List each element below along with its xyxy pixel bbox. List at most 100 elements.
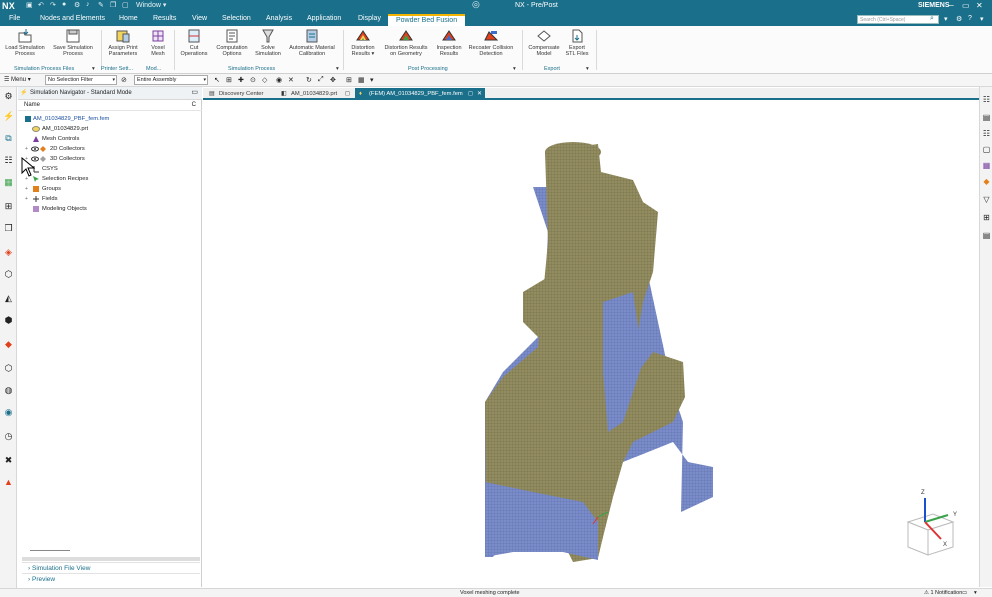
pin-icon[interactable]: ◻ [345,88,350,100]
menu-nodes-elements[interactable]: Nodes and Elements [40,15,105,22]
mic-icon[interactable]: ♪ [86,1,90,8]
roles-icon[interactable]: ◆ [3,339,14,350]
tree-node-fields[interactable]: + Fields [18,194,202,204]
menu-view[interactable]: View [192,15,207,22]
compensate-model-button[interactable]: Compensate Model [526,28,562,57]
recoater-collision-detection-button[interactable]: Recoater Collision Detection [466,28,516,57]
palette-icon[interactable]: ⬡ [3,269,14,280]
snap-end-icon[interactable]: ⊙ [250,76,256,84]
voxel-mesh-model[interactable] [485,142,713,562]
view-orient-icon[interactable]: ↻ [306,76,312,84]
macro-icon[interactable]: ⚙ [74,1,80,9]
menu-application[interactable]: Application [307,15,341,22]
process-studio-icon[interactable]: ⬢ [3,315,14,326]
assembly-navigator-icon[interactable]: ▦ [3,177,14,188]
panel-simulation-file-view[interactable]: › Simulation File View [22,562,200,573]
automatic-material-calibration-button[interactable]: Automatic Material Calibration [285,28,339,57]
menu-display[interactable]: Display [358,15,381,22]
view-triad[interactable]: Z Y X [906,490,957,556]
table-icon[interactable]: ▤ [982,113,991,122]
status-options-icon[interactable]: ▭ [962,589,967,597]
grid-icon[interactable]: ⊞ [346,76,352,84]
status-more-icon[interactable]: ▾ [974,589,977,597]
reuse-library-icon[interactable]: ⊞ [3,201,14,212]
view-pan-icon[interactable]: ✥ [330,76,336,84]
menu-results[interactable]: Results [153,15,176,22]
group-dropdown-arrow[interactable]: ▾ [336,66,339,72]
tools-icon[interactable]: ✖ [3,455,14,466]
tree-node-3d-collectors[interactable]: + 3D Collectors [18,154,202,164]
close-icon[interactable]: ✕ [976,1,983,10]
help-icon[interactable]: ? [968,15,972,22]
load-simulation-process-button[interactable]: Load Simulation Process [4,28,46,57]
clock-icon[interactable]: ◷ [3,431,14,442]
filter-reset-icon[interactable]: ⊘ [121,76,127,84]
web-browser-icon[interactable]: ◈ [3,247,14,258]
tree-icon[interactable]: ☷ [982,129,991,138]
expand-icon[interactable]: + [25,194,28,204]
solve-simulation-button[interactable]: Solve Simulation [252,28,284,57]
panel-preview[interactable]: › Preview [22,573,200,584]
settings-icon[interactable]: ⚙ [956,15,962,23]
simulation-navigator-icon[interactable]: ⚡ [3,111,14,122]
menu-analysis[interactable]: Analysis [266,15,292,22]
notification-badge[interactable]: ⚠ 1 Notification [924,589,962,597]
color-palette-icon[interactable]: ▲ [3,477,14,488]
toolbar-more-icon[interactable]: ▾ [370,76,374,84]
export-stl-files-button[interactable]: Export STL Files [563,28,591,57]
horizontal-scrollbar[interactable] [30,550,70,551]
pin-icon[interactable]: ◻ [468,88,473,100]
window-menu[interactable]: Window ▾ [136,1,166,9]
maximize-icon[interactable]: ▭ [962,1,970,10]
maximize-panel-icon[interactable]: ▭ [191,87,198,99]
history-icon[interactable]: ❒ [3,223,14,234]
settings-gear-icon[interactable]: ⚙ [3,91,14,102]
material-icon[interactable]: ◆ [982,177,991,186]
undo-icon[interactable]: ↶ [38,1,44,9]
filter-icon[interactable]: ▽ [982,195,991,204]
group-dropdown-arrow[interactable]: ▾ [513,66,516,72]
tab-discovery-center[interactable]: ▤ Discovery Center [205,88,275,100]
record-icon[interactable]: ● [62,1,66,8]
expand-icon[interactable]: + [25,184,28,194]
menu-button[interactable]: ☰ Menu ▾ [4,76,31,83]
snap-mid-icon[interactable]: ◇ [262,76,267,84]
panel-splitter[interactable] [22,557,200,561]
tree-node-groups[interactable]: + Groups [18,184,202,194]
snap-intersect-icon[interactable]: ✕ [288,76,294,84]
graphics-viewport[interactable]: Z Y X [203,102,979,588]
select-all-icon[interactable]: ⊞ [226,76,232,84]
expand-icon[interactable]: + [25,144,28,154]
part-navigator-icon[interactable]: ☷ [3,155,14,166]
assign-print-parameters-button[interactable]: Assign Print Parameters [104,28,142,57]
selection-scope-dropdown[interactable]: Entire Assembly ▾ [134,75,208,85]
command-search-input[interactable]: Search (Ctrl+Space) [857,15,939,24]
distortion-results-button[interactable]: Distortion Results ▾ [346,28,380,57]
save-icon[interactable]: ▣ [26,1,33,9]
tree-node-part[interactable]: AM_01034829.prt [18,124,202,134]
visibility-eye-icon[interactable] [31,145,39,153]
pen-icon[interactable]: ✎ [98,1,104,9]
system-materials-icon[interactable]: ◭ [3,293,14,304]
mesh-icon[interactable]: ▦ [982,161,991,170]
tree-node-mesh-controls[interactable]: Mesh Controls [18,134,202,144]
list-icon[interactable]: ☷ [982,95,991,104]
save-simulation-process-button[interactable]: Save Simulation Process [50,28,96,57]
layout-icon[interactable]: ▦ [358,76,365,84]
select-arrow-icon[interactable]: ↖ [214,76,220,84]
page-icon[interactable]: ▢ [982,145,991,154]
snap-center-icon[interactable]: ◉ [276,76,282,84]
ribbon-collapse-icon[interactable]: ▾ [980,15,984,23]
snap-point-icon[interactable]: ✚ [238,76,244,84]
tab-part-file[interactable]: ◧ AM_01034829.prt ◻ [277,88,353,100]
selection-filter-dropdown[interactable]: No Selection Filter ▾ [45,75,117,85]
tree-node-fem-file[interactable]: AM_01034829_PBF_fem.fem [18,114,202,124]
column-name[interactable]: Name [24,102,40,108]
group-dropdown-arrow[interactable]: ▾ [586,66,589,72]
copy-icon[interactable]: ❐ [110,1,116,9]
voxel-model-canvas[interactable]: Z Y X [203,102,979,588]
computation-options-button[interactable]: Computation Options [213,28,251,57]
grid-view-icon[interactable]: ⊞ [982,213,991,222]
window-icon[interactable]: ▢ [122,1,129,9]
tree-node-modeling-objects[interactable]: Modeling Objects [18,204,202,214]
